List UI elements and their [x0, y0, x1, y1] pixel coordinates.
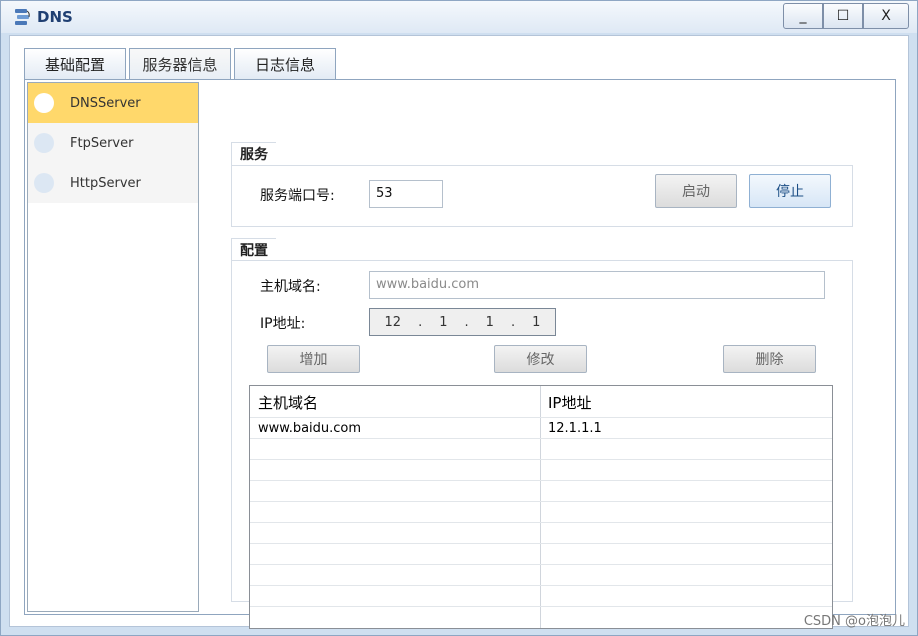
- tab-server-info[interactable]: 服务器信息: [129, 48, 231, 80]
- table-row[interactable]: [250, 439, 832, 460]
- table-row[interactable]: [250, 544, 832, 565]
- maximize-icon: ☐: [836, 8, 850, 24]
- table-row[interactable]: [250, 502, 832, 523]
- window-title: DNS: [37, 8, 73, 26]
- ip-octet-3: 1: [485, 314, 494, 330]
- stop-button[interactable]: 停止: [749, 174, 831, 208]
- tab-log-info[interactable]: 日志信息: [234, 48, 336, 80]
- hostname-label: 主机域名:: [260, 279, 321, 295]
- dns-window: DNS _ ☐ X 基础配置 服务器信息 日志信息 DNSServer FtpS…: [0, 0, 918, 636]
- add-button[interactable]: 增加: [267, 345, 360, 373]
- ip-dot: .: [418, 314, 423, 330]
- table-row[interactable]: [250, 523, 832, 544]
- hostname-input[interactable]: www.baidu.com: [369, 271, 825, 299]
- tab-label: 基础配置: [44, 56, 105, 74]
- watermark: CSDN @o泡泡儿: [803, 614, 905, 629]
- sidebar-item-label: HttpServer: [70, 175, 141, 191]
- table-row[interactable]: [250, 481, 832, 502]
- minimize-icon: _: [799, 8, 807, 24]
- sidebar-item-label: FtpServer: [70, 135, 134, 151]
- service-group-title: 服务: [231, 142, 288, 167]
- server-list: DNSServer FtpServer HttpServer: [27, 82, 199, 612]
- column-header-hostname: 主机域名: [258, 394, 319, 412]
- start-button-label: 启动: [682, 184, 710, 200]
- table-header: 主机域名 IP地址: [250, 388, 832, 418]
- table-row[interactable]: [250, 460, 832, 481]
- close-button[interactable]: X: [863, 3, 909, 29]
- sidebar-item-label: DNSServer: [70, 95, 141, 111]
- cell-ip: 12.1.1.1: [548, 421, 602, 436]
- ip-octet-1: 12: [384, 314, 402, 330]
- tab-label: 日志信息: [254, 56, 315, 74]
- ip-address-input[interactable]: 12. 1. 1. 1: [369, 308, 556, 336]
- column-header-ip: IP地址: [548, 394, 592, 412]
- ip-octet-2: 1: [439, 314, 448, 330]
- close-icon: X: [881, 8, 891, 24]
- cell-hostname: www.baidu.com: [258, 421, 362, 436]
- title-bar[interactable]: DNS _ ☐ X: [1, 1, 917, 33]
- client-area: 基础配置 服务器信息 日志信息 DNSServer FtpServer Http…: [9, 35, 909, 629]
- sidebar-item-dnsserver[interactable]: DNSServer: [28, 83, 198, 123]
- port-label: 服务端口号:: [260, 188, 335, 204]
- table-row[interactable]: [250, 586, 832, 607]
- config-group-title: 配置: [231, 238, 288, 263]
- delete-button-label: 删除: [755, 352, 784, 368]
- ip-dot: .: [464, 314, 469, 330]
- add-button-label: 增加: [299, 352, 328, 368]
- ip-dot: .: [510, 314, 516, 330]
- dns-records-table[interactable]: 主机域名 IP地址 www.baidu.com 12.1.1.1: [249, 385, 833, 629]
- modify-button-label: 修改: [526, 352, 555, 368]
- modify-button[interactable]: 修改: [494, 345, 587, 373]
- dns-app-icon: [15, 9, 30, 25]
- maximize-button[interactable]: ☐: [823, 3, 863, 29]
- port-input[interactable]: 53: [369, 180, 443, 208]
- status-dot-icon: [34, 173, 54, 193]
- stop-button-label: 停止: [776, 184, 804, 200]
- sidebar-item-ftpserver[interactable]: FtpServer: [28, 123, 198, 163]
- ip-label: IP地址:: [260, 316, 306, 332]
- start-button[interactable]: 启动: [655, 174, 737, 208]
- ip-octet-4: 1: [532, 314, 541, 330]
- tab-panel: DNSServer FtpServer HttpServer 服务 服务端口号:…: [24, 79, 896, 629]
- sidebar-item-httpserver[interactable]: HttpServer: [28, 163, 198, 203]
- table-row[interactable]: www.baidu.com 12.1.1.1: [250, 418, 832, 439]
- status-dot-icon: [34, 93, 54, 113]
- status-dot-icon: [34, 133, 54, 153]
- delete-button[interactable]: 删除: [723, 345, 816, 373]
- minimize-button[interactable]: _: [783, 3, 823, 29]
- table-row[interactable]: [250, 565, 832, 586]
- tab-basic-config[interactable]: 基础配置: [24, 48, 126, 80]
- tab-label: 服务器信息: [142, 56, 218, 74]
